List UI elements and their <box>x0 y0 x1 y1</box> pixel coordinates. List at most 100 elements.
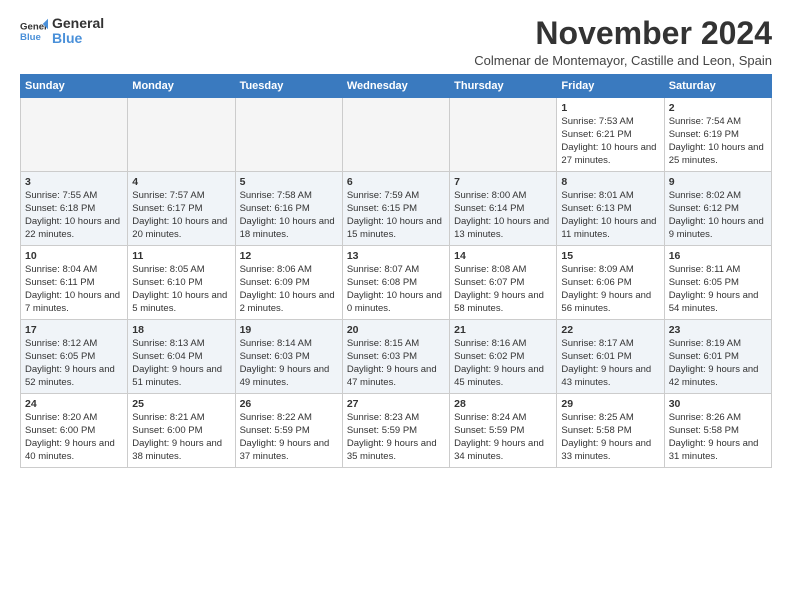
day-info: Sunset: 6:01 PM <box>561 351 659 364</box>
day-info: Daylight: 10 hours and 18 minutes. <box>240 216 338 242</box>
weekday-header: Saturday <box>664 75 771 98</box>
day-info: Sunrise: 7:58 AM <box>240 190 338 203</box>
day-info: Sunrise: 8:15 AM <box>347 338 445 351</box>
calendar-header-row: SundayMondayTuesdayWednesdayThursdayFrid… <box>21 75 772 98</box>
day-number: 14 <box>454 249 552 263</box>
weekday-header: Monday <box>128 75 235 98</box>
calendar-cell: 20Sunrise: 8:15 AMSunset: 6:03 PMDayligh… <box>342 320 449 394</box>
day-info: Sunset: 6:17 PM <box>132 203 230 216</box>
day-info: Sunrise: 8:24 AM <box>454 412 552 425</box>
day-number: 16 <box>669 249 767 263</box>
logo-general: General <box>52 16 104 31</box>
day-info: Sunset: 6:11 PM <box>25 277 123 290</box>
calendar-cell: 3Sunrise: 7:55 AMSunset: 6:18 PMDaylight… <box>21 172 128 246</box>
day-info: Sunrise: 8:06 AM <box>240 264 338 277</box>
day-info: Sunset: 6:00 PM <box>25 425 123 438</box>
day-info: Daylight: 9 hours and 56 minutes. <box>561 290 659 316</box>
day-info: Daylight: 9 hours and 43 minutes. <box>561 364 659 390</box>
day-info: Sunrise: 7:53 AM <box>561 116 659 129</box>
day-info: Sunset: 5:59 PM <box>347 425 445 438</box>
day-info: Sunrise: 8:09 AM <box>561 264 659 277</box>
day-info: Sunset: 6:00 PM <box>132 425 230 438</box>
day-info: Sunrise: 7:59 AM <box>347 190 445 203</box>
day-info: Sunset: 6:18 PM <box>25 203 123 216</box>
day-number: 25 <box>132 397 230 411</box>
day-info: Daylight: 10 hours and 11 minutes. <box>561 216 659 242</box>
day-info: Daylight: 9 hours and 31 minutes. <box>669 438 767 464</box>
day-info: Sunrise: 8:23 AM <box>347 412 445 425</box>
day-info: Sunrise: 7:57 AM <box>132 190 230 203</box>
logo-icon: General Blue <box>20 17 48 45</box>
day-number: 2 <box>669 101 767 115</box>
day-info: Daylight: 9 hours and 52 minutes. <box>25 364 123 390</box>
day-info: Sunrise: 7:54 AM <box>669 116 767 129</box>
day-info: Sunrise: 8:16 AM <box>454 338 552 351</box>
calendar-cell: 18Sunrise: 8:13 AMSunset: 6:04 PMDayligh… <box>128 320 235 394</box>
calendar-cell: 21Sunrise: 8:16 AMSunset: 6:02 PMDayligh… <box>450 320 557 394</box>
calendar-cell: 23Sunrise: 8:19 AMSunset: 6:01 PMDayligh… <box>664 320 771 394</box>
day-info: Sunset: 5:59 PM <box>240 425 338 438</box>
day-info: Daylight: 9 hours and 37 minutes. <box>240 438 338 464</box>
day-info: Daylight: 9 hours and 40 minutes. <box>25 438 123 464</box>
weekday-header: Tuesday <box>235 75 342 98</box>
day-number: 12 <box>240 249 338 263</box>
calendar-cell <box>235 98 342 172</box>
calendar-cell: 30Sunrise: 8:26 AMSunset: 5:58 PMDayligh… <box>664 394 771 468</box>
day-number: 11 <box>132 249 230 263</box>
day-info: Daylight: 9 hours and 49 minutes. <box>240 364 338 390</box>
calendar-cell: 13Sunrise: 8:07 AMSunset: 6:08 PMDayligh… <box>342 246 449 320</box>
day-number: 8 <box>561 175 659 189</box>
calendar-cell: 2Sunrise: 7:54 AMSunset: 6:19 PMDaylight… <box>664 98 771 172</box>
day-info: Daylight: 10 hours and 20 minutes. <box>132 216 230 242</box>
day-number: 21 <box>454 323 552 337</box>
day-info: Sunset: 6:13 PM <box>561 203 659 216</box>
day-info: Sunset: 6:01 PM <box>669 351 767 364</box>
weekday-header: Friday <box>557 75 664 98</box>
day-info: Sunset: 6:15 PM <box>347 203 445 216</box>
day-info: Daylight: 9 hours and 51 minutes. <box>132 364 230 390</box>
day-info: Sunrise: 8:08 AM <box>454 264 552 277</box>
calendar-cell: 4Sunrise: 7:57 AMSunset: 6:17 PMDaylight… <box>128 172 235 246</box>
day-number: 3 <box>25 175 123 189</box>
svg-text:General: General <box>20 22 48 33</box>
day-number: 13 <box>347 249 445 263</box>
day-info: Sunset: 6:16 PM <box>240 203 338 216</box>
calendar-week-row: 17Sunrise: 8:12 AMSunset: 6:05 PMDayligh… <box>21 320 772 394</box>
day-info: Daylight: 10 hours and 27 minutes. <box>561 142 659 168</box>
day-info: Sunrise: 8:26 AM <box>669 412 767 425</box>
day-info: Daylight: 9 hours and 33 minutes. <box>561 438 659 464</box>
calendar-cell: 14Sunrise: 8:08 AMSunset: 6:07 PMDayligh… <box>450 246 557 320</box>
day-info: Sunrise: 8:20 AM <box>25 412 123 425</box>
day-info: Daylight: 10 hours and 7 minutes. <box>25 290 123 316</box>
day-info: Daylight: 10 hours and 15 minutes. <box>347 216 445 242</box>
day-info: Daylight: 10 hours and 0 minutes. <box>347 290 445 316</box>
day-info: Daylight: 9 hours and 45 minutes. <box>454 364 552 390</box>
day-number: 23 <box>669 323 767 337</box>
day-info: Sunrise: 8:17 AM <box>561 338 659 351</box>
calendar-week-row: 3Sunrise: 7:55 AMSunset: 6:18 PMDaylight… <box>21 172 772 246</box>
day-info: Sunset: 6:04 PM <box>132 351 230 364</box>
calendar-cell: 22Sunrise: 8:17 AMSunset: 6:01 PMDayligh… <box>557 320 664 394</box>
calendar: SundayMondayTuesdayWednesdayThursdayFrid… <box>20 74 772 468</box>
calendar-cell: 24Sunrise: 8:20 AMSunset: 6:00 PMDayligh… <box>21 394 128 468</box>
day-info: Sunset: 6:07 PM <box>454 277 552 290</box>
day-info: Sunset: 6:12 PM <box>669 203 767 216</box>
day-number: 4 <box>132 175 230 189</box>
day-info: Sunrise: 8:11 AM <box>669 264 767 277</box>
calendar-cell <box>450 98 557 172</box>
month-title: November 2024 <box>474 16 772 51</box>
day-info: Daylight: 9 hours and 38 minutes. <box>132 438 230 464</box>
day-info: Sunset: 5:59 PM <box>454 425 552 438</box>
subtitle: Colmenar de Montemayor, Castille and Leo… <box>474 53 772 68</box>
calendar-cell: 15Sunrise: 8:09 AMSunset: 6:06 PMDayligh… <box>557 246 664 320</box>
day-number: 9 <box>669 175 767 189</box>
calendar-cell: 27Sunrise: 8:23 AMSunset: 5:59 PMDayligh… <box>342 394 449 468</box>
day-info: Daylight: 10 hours and 9 minutes. <box>669 216 767 242</box>
day-number: 29 <box>561 397 659 411</box>
day-info: Sunrise: 8:19 AM <box>669 338 767 351</box>
day-info: Sunset: 5:58 PM <box>669 425 767 438</box>
day-info: Daylight: 9 hours and 42 minutes. <box>669 364 767 390</box>
day-info: Daylight: 9 hours and 35 minutes. <box>347 438 445 464</box>
title-block: November 2024 Colmenar de Montemayor, Ca… <box>474 16 772 68</box>
calendar-cell: 7Sunrise: 8:00 AMSunset: 6:14 PMDaylight… <box>450 172 557 246</box>
